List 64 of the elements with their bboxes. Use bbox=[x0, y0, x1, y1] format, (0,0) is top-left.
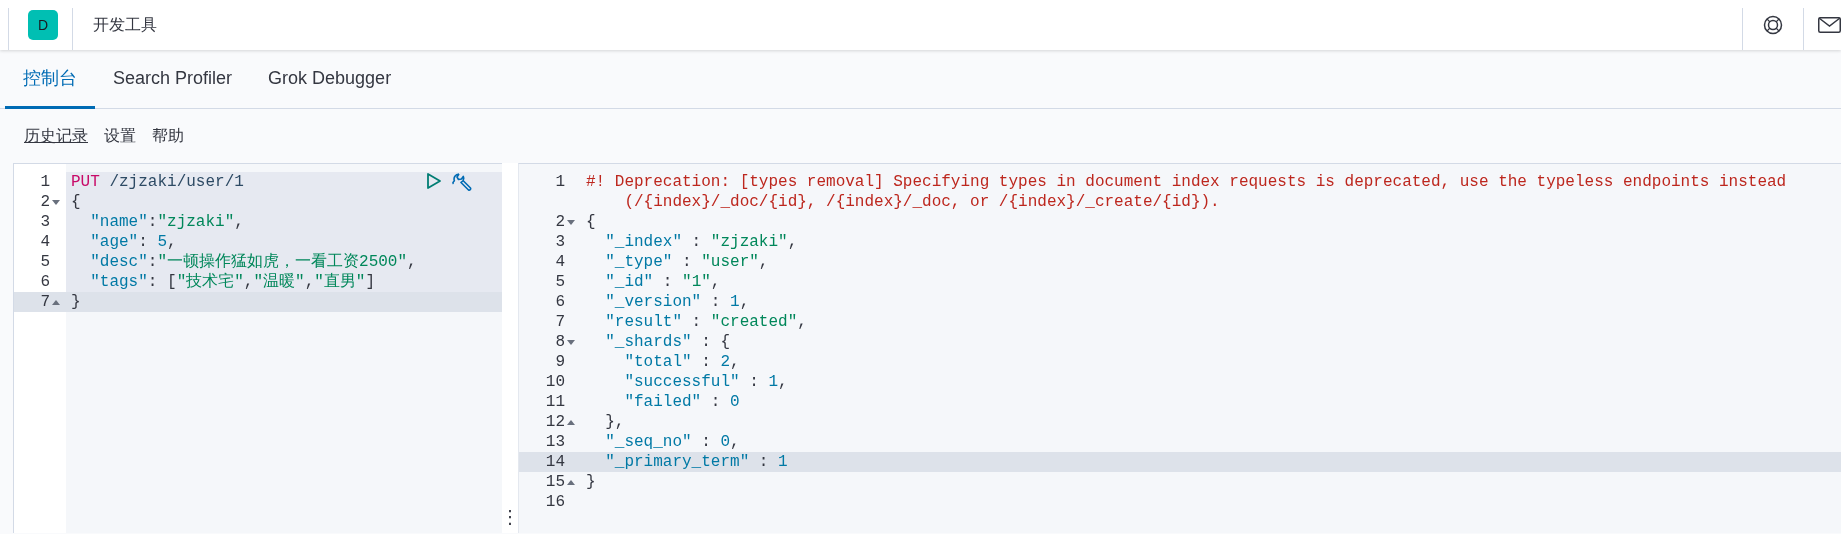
line-number: 7 bbox=[555, 312, 565, 332]
tab[interactable]: Search Profiler bbox=[95, 50, 251, 109]
code-line: "age": 5, bbox=[89, 233, 177, 251]
fold-toggle-icon[interactable] bbox=[52, 199, 60, 205]
code-line: "name":"zjzaki", bbox=[89, 213, 244, 231]
code-line: { bbox=[586, 213, 596, 231]
code-line: #! Deprecation: [types removal] Specifying types in document index requests is deprecated, use the typeless endpoints instead (/{index}/_doc/{id}, /{index}/_doc, or /{index}/_create/{id}). bbox=[586, 173, 1788, 211]
code-line: "_type" : "user", bbox=[604, 253, 769, 271]
fold-toggle-icon[interactable] bbox=[567, 419, 575, 425]
help-icon[interactable] bbox=[1763, 15, 1783, 35]
wrench-icon[interactable] bbox=[452, 172, 472, 192]
fold-toggle-icon[interactable] bbox=[52, 299, 60, 305]
line-number: 1 bbox=[555, 172, 565, 192]
page-title: 开发工具 bbox=[93, 14, 157, 35]
line-number: 4 bbox=[40, 232, 50, 252]
menu-link[interactable]: 帮助 bbox=[152, 125, 184, 147]
fold-toggle-icon[interactable] bbox=[567, 339, 575, 345]
line-number: 1 bbox=[40, 172, 50, 192]
code-line: "tags": ["技术宅","温暖","直男"] bbox=[89, 273, 376, 291]
line-number: 16 bbox=[545, 492, 565, 512]
line-number: 5 bbox=[555, 272, 565, 292]
line-number: 9 bbox=[555, 352, 565, 372]
line-number: 2 bbox=[40, 192, 50, 212]
code-line: "total" : 2, bbox=[623, 353, 740, 371]
line-number: 3 bbox=[555, 232, 565, 252]
code-line: "_index" : "zjzaki", bbox=[604, 233, 798, 251]
line-number: 4 bbox=[555, 252, 565, 272]
line-number: 7 bbox=[40, 292, 50, 312]
tab[interactable]: 控制台 bbox=[5, 50, 95, 109]
avatar-badge[interactable]: D bbox=[28, 10, 58, 40]
menu-link[interactable]: 设置 bbox=[104, 125, 136, 147]
code-line: "_shards" : { bbox=[604, 333, 731, 351]
code-line: }, bbox=[604, 413, 625, 431]
line-number: 2 bbox=[555, 212, 565, 232]
code-line: "_version" : 1, bbox=[604, 293, 750, 311]
line-number: 3 bbox=[40, 212, 50, 232]
code-line: "_seq_no" : 0, bbox=[604, 433, 740, 451]
line-number: 6 bbox=[555, 292, 565, 312]
resize-handle[interactable]: ⋮ bbox=[501, 507, 519, 527]
tab[interactable]: Grok Debugger bbox=[250, 50, 410, 109]
line-number: 6 bbox=[40, 272, 50, 292]
fold-toggle-icon[interactable] bbox=[567, 219, 575, 225]
code-line: "successful" : 1, bbox=[623, 373, 788, 391]
code-line: { bbox=[71, 193, 81, 211]
code-line: PUT /zjzaki/user/1 bbox=[71, 173, 244, 191]
play-icon[interactable] bbox=[426, 172, 442, 192]
menu-link[interactable]: 历史记录 bbox=[24, 125, 88, 147]
mail-icon[interactable] bbox=[1818, 17, 1841, 33]
code-line: "_primary_term" : 1 bbox=[604, 453, 788, 471]
line-number: 12 bbox=[545, 412, 565, 432]
code-line: "_id" : "1", bbox=[604, 273, 721, 291]
line-number: 15 bbox=[545, 472, 565, 492]
line-number: 8 bbox=[555, 332, 565, 352]
code-line: } bbox=[586, 473, 596, 491]
code-line: "result" : "created", bbox=[604, 313, 807, 331]
line-number: 10 bbox=[545, 372, 565, 392]
line-number: 13 bbox=[545, 432, 565, 452]
code-line: "desc":"一顿操作猛如虎，一看工资2500", bbox=[89, 253, 417, 271]
code-line: } bbox=[71, 293, 81, 311]
line-number: 11 bbox=[545, 392, 565, 412]
code-line: "failed" : 0 bbox=[623, 393, 740, 411]
fold-toggle-icon[interactable] bbox=[567, 479, 575, 485]
line-number: 5 bbox=[40, 252, 50, 272]
line-number: 14 bbox=[545, 452, 565, 472]
